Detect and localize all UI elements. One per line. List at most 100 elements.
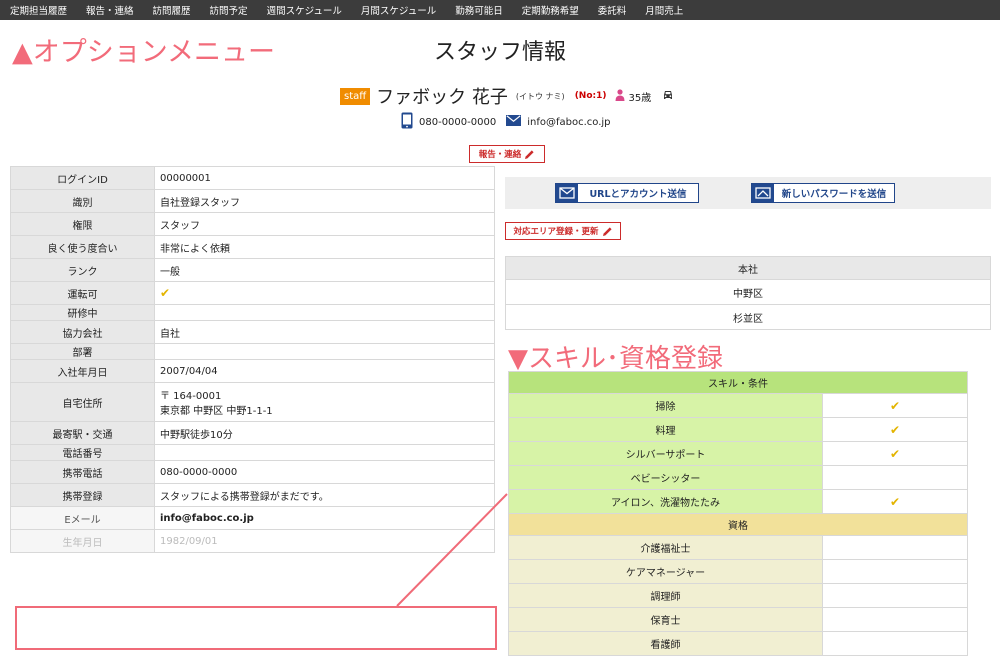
- callout-box: [15, 606, 497, 650]
- detail-row: 運転可 ✔: [10, 281, 495, 305]
- nav-item-visit-schedule[interactable]: 訪問予定: [200, 3, 257, 17]
- detail-key: 生年月日: [10, 529, 155, 553]
- detail-value: 自社登録スタッフ: [154, 189, 495, 213]
- detail-key: 部署: [10, 343, 155, 360]
- nav-item-weekly-schedule[interactable]: 週間スケジュール: [257, 3, 351, 17]
- detail-key: 携帯登録: [10, 483, 155, 507]
- mail-send-icon: [556, 184, 578, 202]
- detail-value: 非常によく依頼: [154, 235, 495, 259]
- report-button-label: 報告・連絡: [478, 150, 522, 160]
- skill-annotation: ▼スキル･資格登録: [508, 344, 723, 374]
- detail-row: ランク 一般: [10, 258, 495, 282]
- qualification-label: 調理師: [508, 583, 823, 608]
- send-url-account-button[interactable]: URLとアカウント送信: [555, 183, 699, 203]
- area-update-button[interactable]: 対応エリア登録・更新: [505, 222, 621, 240]
- detail-row: 生年月日 1982/09/01: [10, 529, 495, 553]
- qualification-value: [822, 583, 968, 608]
- area-table: 本社 中野区 杉並区: [505, 256, 991, 330]
- send-new-password-label: 新しいパスワードを送信: [781, 189, 887, 200]
- detail-value: 080-0000-0000: [154, 460, 495, 484]
- skill-label: ベビーシッター: [508, 465, 823, 490]
- qualification-row: ケアマネージャー: [508, 559, 968, 584]
- detail-row: 権限 スタッフ: [10, 212, 495, 236]
- detail-value: [154, 343, 495, 360]
- detail-value: 1982/09/01: [154, 529, 495, 553]
- detail-row: Eメール info@faboc.co.jp: [10, 506, 495, 530]
- check-icon: ✔: [889, 422, 901, 437]
- detail-row: ログインID 00000001: [10, 166, 495, 190]
- detail-key: 自宅住所: [10, 382, 155, 422]
- detail-key: 運転可: [10, 281, 155, 305]
- skill-row: シルバーサポート ✔: [508, 441, 968, 466]
- detail-row: 携帯登録 スタッフによる携帯登録がまだです。: [10, 483, 495, 507]
- send-url-account-label: URLとアカウント送信: [589, 189, 687, 200]
- qualification-label: 看護師: [508, 631, 823, 656]
- detail-value: info@faboc.co.jp: [154, 506, 495, 530]
- skill-label: 料理: [508, 417, 823, 442]
- detail-value: 中野駅徒歩10分: [154, 421, 495, 445]
- detail-value-line2: 東京都 中野区 中野1-1-1: [160, 406, 273, 417]
- detail-key: 入社年月日: [10, 359, 155, 383]
- detail-row: 最寄駅・交通 中野駅徒歩10分: [10, 421, 495, 445]
- send-new-password-button[interactable]: 新しいパスワードを送信: [751, 183, 895, 203]
- detail-row: 自宅住所〒 164-0001 東京都 中野区 中野1-1-1: [10, 382, 495, 422]
- nav-item-commission[interactable]: 委託料: [588, 3, 636, 17]
- detail-key: 最寄駅・交通: [10, 421, 155, 445]
- mail-icon: [506, 115, 522, 129]
- nav-item-regular-history[interactable]: 定期担当履歴: [0, 3, 76, 17]
- qualification-label: 介護福祉士: [508, 535, 823, 560]
- qualification-label: ケアマネージャー: [508, 559, 823, 584]
- detail-value: 2007/04/04: [154, 359, 495, 383]
- skill-header: スキル・条件: [508, 371, 968, 394]
- detail-value: スタッフ: [154, 212, 495, 236]
- detail-row: 携帯電話 080-0000-0000: [10, 460, 495, 484]
- qualification-value: [822, 607, 968, 632]
- top-nav: 定期担当履歴 報告・連絡 訪問履歴 訪問予定 週間スケジュール 月間スケジュール…: [0, 0, 1000, 20]
- staff-badge: staff: [340, 87, 371, 105]
- staff-email[interactable]: info@faboc.co.jp: [527, 117, 610, 128]
- detail-key: 良く使う度合い: [10, 235, 155, 259]
- key-mail-icon: [752, 184, 774, 202]
- detail-value: 自社: [154, 320, 495, 344]
- staff-header: staff ファボック 花子 (イトウ ナミ) (No:1) 35歳: [340, 84, 673, 108]
- nav-item-available-days[interactable]: 勤務可能日: [445, 3, 512, 17]
- qualification-row: 保育士: [508, 607, 968, 632]
- staff-kana: (イトウ ナミ): [515, 91, 565, 101]
- table-fade-overlay: [10, 556, 496, 578]
- staff-number: (No:1): [574, 91, 607, 101]
- detail-row: 入社年月日 2007/04/04: [10, 359, 495, 383]
- nav-item-regular-work-request[interactable]: 定期勤務希望: [512, 3, 588, 17]
- qualification-label: 保育士: [508, 607, 823, 632]
- skill-row: アイロン、洗濯物たたみ ✔: [508, 489, 968, 514]
- detail-row: 良く使う度合い 非常によく依頼: [10, 235, 495, 259]
- detail-row: 部署: [10, 343, 495, 360]
- detail-key: ランク: [10, 258, 155, 282]
- detail-key: 識別: [10, 189, 155, 213]
- nav-item-monthly-sales[interactable]: 月間売上: [635, 3, 692, 17]
- detail-key: Eメール: [10, 506, 155, 530]
- qualification-row: 調理師: [508, 583, 968, 608]
- detail-row: 研修中: [10, 304, 495, 321]
- nav-item-report[interactable]: 報告・連絡: [76, 3, 143, 17]
- detail-value: 一般: [154, 258, 495, 282]
- area-header: 本社: [505, 256, 991, 280]
- qualification-row: 介護福祉士: [508, 535, 968, 560]
- detail-key: 研修中: [10, 304, 155, 321]
- detail-key: 携帯電話: [10, 460, 155, 484]
- report-button[interactable]: 報告・連絡: [469, 145, 545, 163]
- detail-value: 00000001: [154, 166, 495, 190]
- detail-row: 識別 自社登録スタッフ: [10, 189, 495, 213]
- detail-key: 権限: [10, 212, 155, 236]
- nav-item-monthly-schedule[interactable]: 月間スケジュール: [351, 3, 445, 17]
- nav-item-visit-history[interactable]: 訪問履歴: [143, 3, 200, 17]
- check-icon: ✔: [889, 494, 901, 509]
- area-item: 中野区: [505, 279, 991, 305]
- staff-contact: 080-0000-0000 info@faboc.co.jp: [401, 112, 621, 132]
- staff-phone: 080-0000-0000: [419, 116, 497, 128]
- detail-value: 〒 164-0001: [160, 391, 222, 402]
- skill-row: 料理 ✔: [508, 417, 968, 442]
- staff-age: 35歳: [628, 92, 652, 104]
- detail-key: 協力会社: [10, 320, 155, 344]
- staff-name: ファボック 花子: [376, 87, 508, 108]
- person-icon: [615, 88, 625, 104]
